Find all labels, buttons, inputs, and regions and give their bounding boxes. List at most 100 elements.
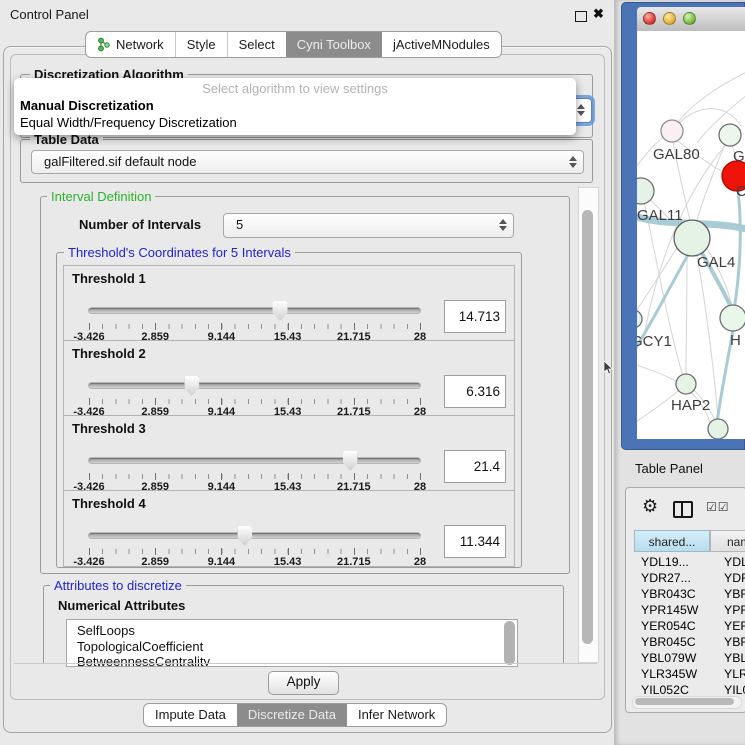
slider-track[interactable] <box>89 533 420 538</box>
close-traffic-light-icon[interactable] <box>643 12 656 25</box>
checkbox-icons[interactable]: ☑☑ <box>706 500 730 514</box>
slider-thumb[interactable] <box>343 451 358 471</box>
tab-style[interactable]: Style <box>175 32 227 57</box>
tick-label: 15.43 <box>274 556 302 568</box>
column-header-name[interactable]: name <box>710 530 745 552</box>
table-row[interactable]: YDL19...YDL19... <box>634 554 745 570</box>
tab-select[interactable]: Select <box>227 32 286 57</box>
table-panel-title: Table Panel <box>635 461 703 476</box>
table-row[interactable]: YBL079WYBL079W <box>634 650 745 666</box>
table-row[interactable]: YLR345WYLR345W <box>634 666 745 682</box>
right-region: GAL80 GA C GAL11 GAL4 GCY1 H HAP2 Table … <box>614 0 745 745</box>
table-row[interactable]: YPR145WYPR145W <box>634 602 745 618</box>
tab-label: Select <box>239 33 275 56</box>
horizontal-scrollbar[interactable] <box>632 696 742 709</box>
scrollbar-thumb[interactable] <box>582 210 593 644</box>
tab-label: Infer Network <box>358 705 435 725</box>
scrollbar-thumb[interactable] <box>635 698 734 705</box>
threshold-slider[interactable]: -3.426 2.859 9.144 15.43 21.715 28 <box>89 302 420 342</box>
table-data-group: Table Data galFiltered.sif default node <box>20 139 593 183</box>
table-row[interactable]: YBR045CYBR045C <box>634 634 745 650</box>
algorithm-popup: Select algorithm to view settings Manual… <box>14 78 576 135</box>
node-label-gal4: GAL4 <box>697 254 735 271</box>
threshold-value-field[interactable]: 6.316 <box>444 375 506 408</box>
tab-impute-data[interactable]: Impute Data <box>144 704 237 726</box>
network-canvas[interactable]: GAL80 GA C GAL11 GAL4 GCY1 H HAP2 <box>637 31 745 439</box>
top-tabbar: Network Style Select Cyni Toolbox jActiv… <box>85 31 502 58</box>
popup-item-equal-width-frequency[interactable]: Equal Width/Frequency Discretization <box>20 115 237 130</box>
slider-thumb[interactable] <box>273 301 288 321</box>
minimize-traffic-light-icon[interactable] <box>663 12 676 25</box>
columns-icon[interactable] <box>673 501 693 518</box>
list-item[interactable]: BetweennessCentrality <box>67 654 517 667</box>
control-panel: Control Panel ✖ Network Style Select Cyn… <box>0 0 614 745</box>
slider-track[interactable] <box>89 383 420 388</box>
node-label-partial-red: C <box>736 183 745 200</box>
threshold-value-field[interactable]: 21.4 <box>444 450 506 483</box>
slider-track[interactable] <box>89 308 420 313</box>
table-data-combobox[interactable]: galFiltered.sif default node <box>31 150 584 174</box>
threshold-slider[interactable]: -3.426 2.859 9.144 15.43 21.715 28 <box>89 527 420 567</box>
tick-label: 9.144 <box>208 556 236 568</box>
tab-label: Network <box>116 33 164 56</box>
scrollbar-thumb[interactable] <box>504 621 515 665</box>
combobox-value: 5 <box>236 214 243 235</box>
threshold-row: Threshold 3 -3.426 2.859 9.144 15.43 21.… <box>63 415 515 492</box>
number-of-intervals-label: Number of Intervals <box>79 217 201 232</box>
thresholds-group: Threshold's Coordinates for 5 Intervals … <box>56 252 522 568</box>
list-item[interactable]: SelfLoops <box>67 620 517 639</box>
network-view-window[interactable]: GAL80 GA C GAL11 GAL4 GCY1 H HAP2 <box>621 2 745 450</box>
bottom-tabbar: Impute Data Discretize Data Infer Networ… <box>143 703 447 727</box>
panel-title: Control Panel <box>10 7 89 22</box>
apply-button[interactable]: Apply <box>268 671 339 695</box>
table-row[interactable]: YER054CYER054C <box>634 618 745 634</box>
slider-minor-ticks <box>89 399 420 404</box>
threshold-slider[interactable]: -3.426 2.859 9.144 15.43 21.715 28 <box>89 377 420 417</box>
divider <box>14 663 597 664</box>
stepper-icon <box>498 218 506 232</box>
close-icon[interactable]: ✖ <box>593 6 604 22</box>
network-icon <box>97 37 110 52</box>
table-row[interactable]: YIL052CYIL052C <box>634 682 745 694</box>
zoom-traffic-light-icon[interactable] <box>683 12 696 25</box>
tab-infer-network[interactable]: Infer Network <box>347 704 446 726</box>
tab-jactivemnodules[interactable]: jActiveMNodules <box>382 32 501 57</box>
tick-label: 21.715 <box>337 556 371 568</box>
tab-network[interactable]: Network <box>86 32 175 57</box>
numerical-attributes-label: Numerical Attributes <box>58 598 185 613</box>
threshold-label: Threshold 1 <box>72 271 146 286</box>
float-window-icon[interactable] <box>575 11 587 22</box>
slider-minor-ticks <box>89 324 420 329</box>
attributes-group: Attributes to discretize Numerical Attri… <box>43 585 564 664</box>
node-label-gal80: GAL80 <box>653 146 700 163</box>
slider-track[interactable] <box>89 458 420 463</box>
tab-label: Style <box>187 33 216 56</box>
slider-thumb[interactable] <box>237 526 252 546</box>
table-row[interactable]: YDR27...YDR27... <box>634 570 745 586</box>
main-scrollbar[interactable] <box>578 187 599 663</box>
column-header-shared-name[interactable]: shared... <box>634 530 710 552</box>
threshold-row: Threshold 4 -3.426 2.859 9.144 15.43 21.… <box>63 490 515 567</box>
number-of-intervals-combobox[interactable]: 5 <box>223 213 514 238</box>
popup-prompt-item[interactable]: Select algorithm to view settings <box>14 81 576 96</box>
table-header: shared... name <box>634 530 745 552</box>
network-graph: GAL80 GA C GAL11 GAL4 GCY1 H HAP2 <box>637 31 745 439</box>
tick-label: -3.426 <box>73 556 104 568</box>
popup-item-manual-discretization[interactable]: Manual Discretization <box>20 98 154 113</box>
threshold-slider[interactable]: -3.426 2.859 9.144 15.43 21.715 28 <box>89 452 420 492</box>
slider-thumb[interactable] <box>184 376 199 396</box>
threshold-row: Threshold 2 -3.426 2.859 9.144 15.43 21.… <box>63 340 515 417</box>
list-item[interactable]: TopologicalCoefficient <box>67 639 517 655</box>
group-title: Attributes to discretize <box>50 578 186 593</box>
threshold-value-field[interactable]: 11.344 <box>444 525 506 558</box>
network-window-titlebar[interactable] <box>637 7 745 32</box>
table-row[interactable]: YBR043CYBR043C <box>634 586 745 602</box>
mouse-cursor <box>604 361 614 380</box>
slider-minor-ticks <box>89 549 420 554</box>
gear-icon[interactable]: ⚙ <box>642 496 658 517</box>
tab-discretize-data[interactable]: Discretize Data <box>237 704 347 726</box>
combobox-value: galFiltered.sif default node <box>44 151 196 172</box>
numerical-attributes-list[interactable]: SelfLoops TopologicalCoefficient Between… <box>66 619 518 667</box>
tab-cyni-toolbox[interactable]: Cyni Toolbox <box>286 32 382 57</box>
threshold-value-field[interactable]: 14.713 <box>444 300 506 333</box>
